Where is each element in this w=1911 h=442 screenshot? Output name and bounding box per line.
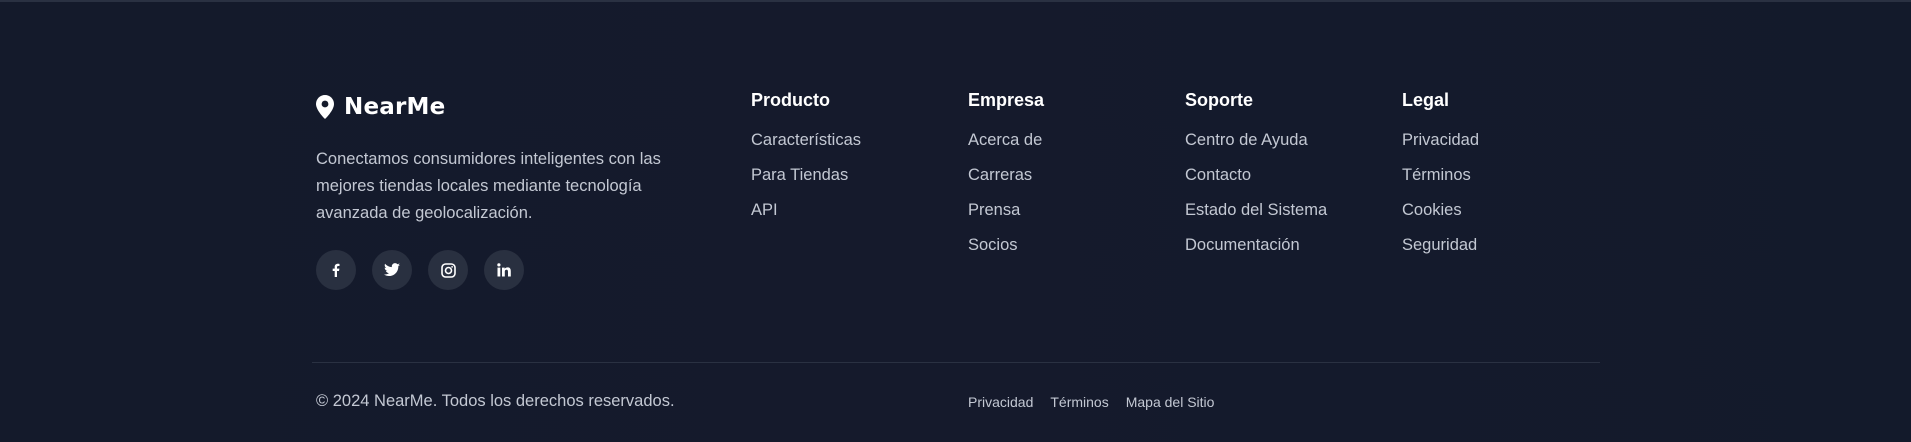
social-links — [316, 250, 524, 290]
footer-link-socios[interactable]: Socios — [968, 236, 1018, 254]
footer-top-border — [0, 0, 1911, 2]
column-links-empresa: Acerca de Carreras Prensa Socios — [968, 130, 1044, 270]
twitter-icon — [384, 263, 400, 277]
twitter-button[interactable] — [372, 250, 412, 290]
footer-link-contacto[interactable]: Contacto — [1185, 166, 1251, 184]
footer-link-terminos[interactable]: Términos — [1402, 166, 1471, 184]
footer-link-carreras[interactable]: Carreras — [968, 166, 1032, 184]
linkedin-icon — [497, 263, 511, 277]
footer-link-para-tiendas[interactable]: Para Tiendas — [751, 166, 848, 184]
footer-column-legal: Legal Privacidad Términos Cookies Seguri… — [1402, 90, 1479, 270]
footer-link-privacidad[interactable]: Privacidad — [1402, 131, 1479, 149]
footer-column-soporte: Soporte Centro de Ayuda Contacto Estado … — [1185, 90, 1327, 270]
brand-tagline: Conectamos consumidores inteligentes con… — [316, 150, 661, 222]
footer-link-cookies[interactable]: Cookies — [1402, 201, 1462, 219]
bottom-link-mapa-del-sitio[interactable]: Mapa del Sitio — [1126, 393, 1215, 411]
footer-link-centro-de-ayuda[interactable]: Centro de Ayuda — [1185, 131, 1308, 149]
column-title-empresa: Empresa — [968, 90, 1045, 110]
copyright-text: © 2024 NearMe. Todos los derechos reserv… — [316, 392, 675, 410]
column-title-legal: Legal — [1402, 90, 1450, 110]
footer-brand[interactable]: NearMe — [316, 94, 445, 120]
facebook-button[interactable] — [316, 250, 356, 290]
column-links-soporte: Centro de Ayuda Contacto Estado del Sist… — [1185, 130, 1327, 270]
footer-link-api[interactable]: API — [751, 201, 778, 219]
footer-link-prensa[interactable]: Prensa — [968, 201, 1020, 219]
facebook-icon — [329, 263, 343, 277]
footer-divider — [312, 362, 1600, 363]
map-pin-icon — [316, 95, 334, 119]
column-title-producto: Producto — [751, 90, 830, 110]
column-links-producto: Características Para Tiendas API — [751, 130, 861, 235]
footer-column-empresa: Empresa Acerca de Carreras Prensa Socios — [968, 90, 1044, 270]
footer-link-documentacion[interactable]: Documentación — [1185, 236, 1300, 254]
bottom-link-terminos[interactable]: Términos — [1050, 393, 1108, 411]
footer-link-caracteristicas[interactable]: Características — [751, 131, 861, 149]
footer-link-estado-del-sistema[interactable]: Estado del Sistema — [1185, 201, 1327, 219]
brand-name: NearMe — [344, 94, 446, 120]
bottom-links: Privacidad Términos Mapa del Sitio — [968, 393, 1214, 411]
column-title-soporte: Soporte — [1185, 90, 1254, 110]
instagram-button[interactable] — [428, 250, 468, 290]
instagram-icon — [440, 262, 456, 278]
bottom-link-privacidad[interactable]: Privacidad — [968, 393, 1033, 411]
footer-column-producto: Producto Características Para Tiendas AP… — [751, 90, 861, 235]
linkedin-button[interactable] — [484, 250, 524, 290]
footer-link-acerca-de[interactable]: Acerca de — [968, 131, 1042, 149]
column-links-legal: Privacidad Términos Cookies Seguridad — [1402, 130, 1479, 270]
footer-link-seguridad[interactable]: Seguridad — [1402, 236, 1477, 254]
